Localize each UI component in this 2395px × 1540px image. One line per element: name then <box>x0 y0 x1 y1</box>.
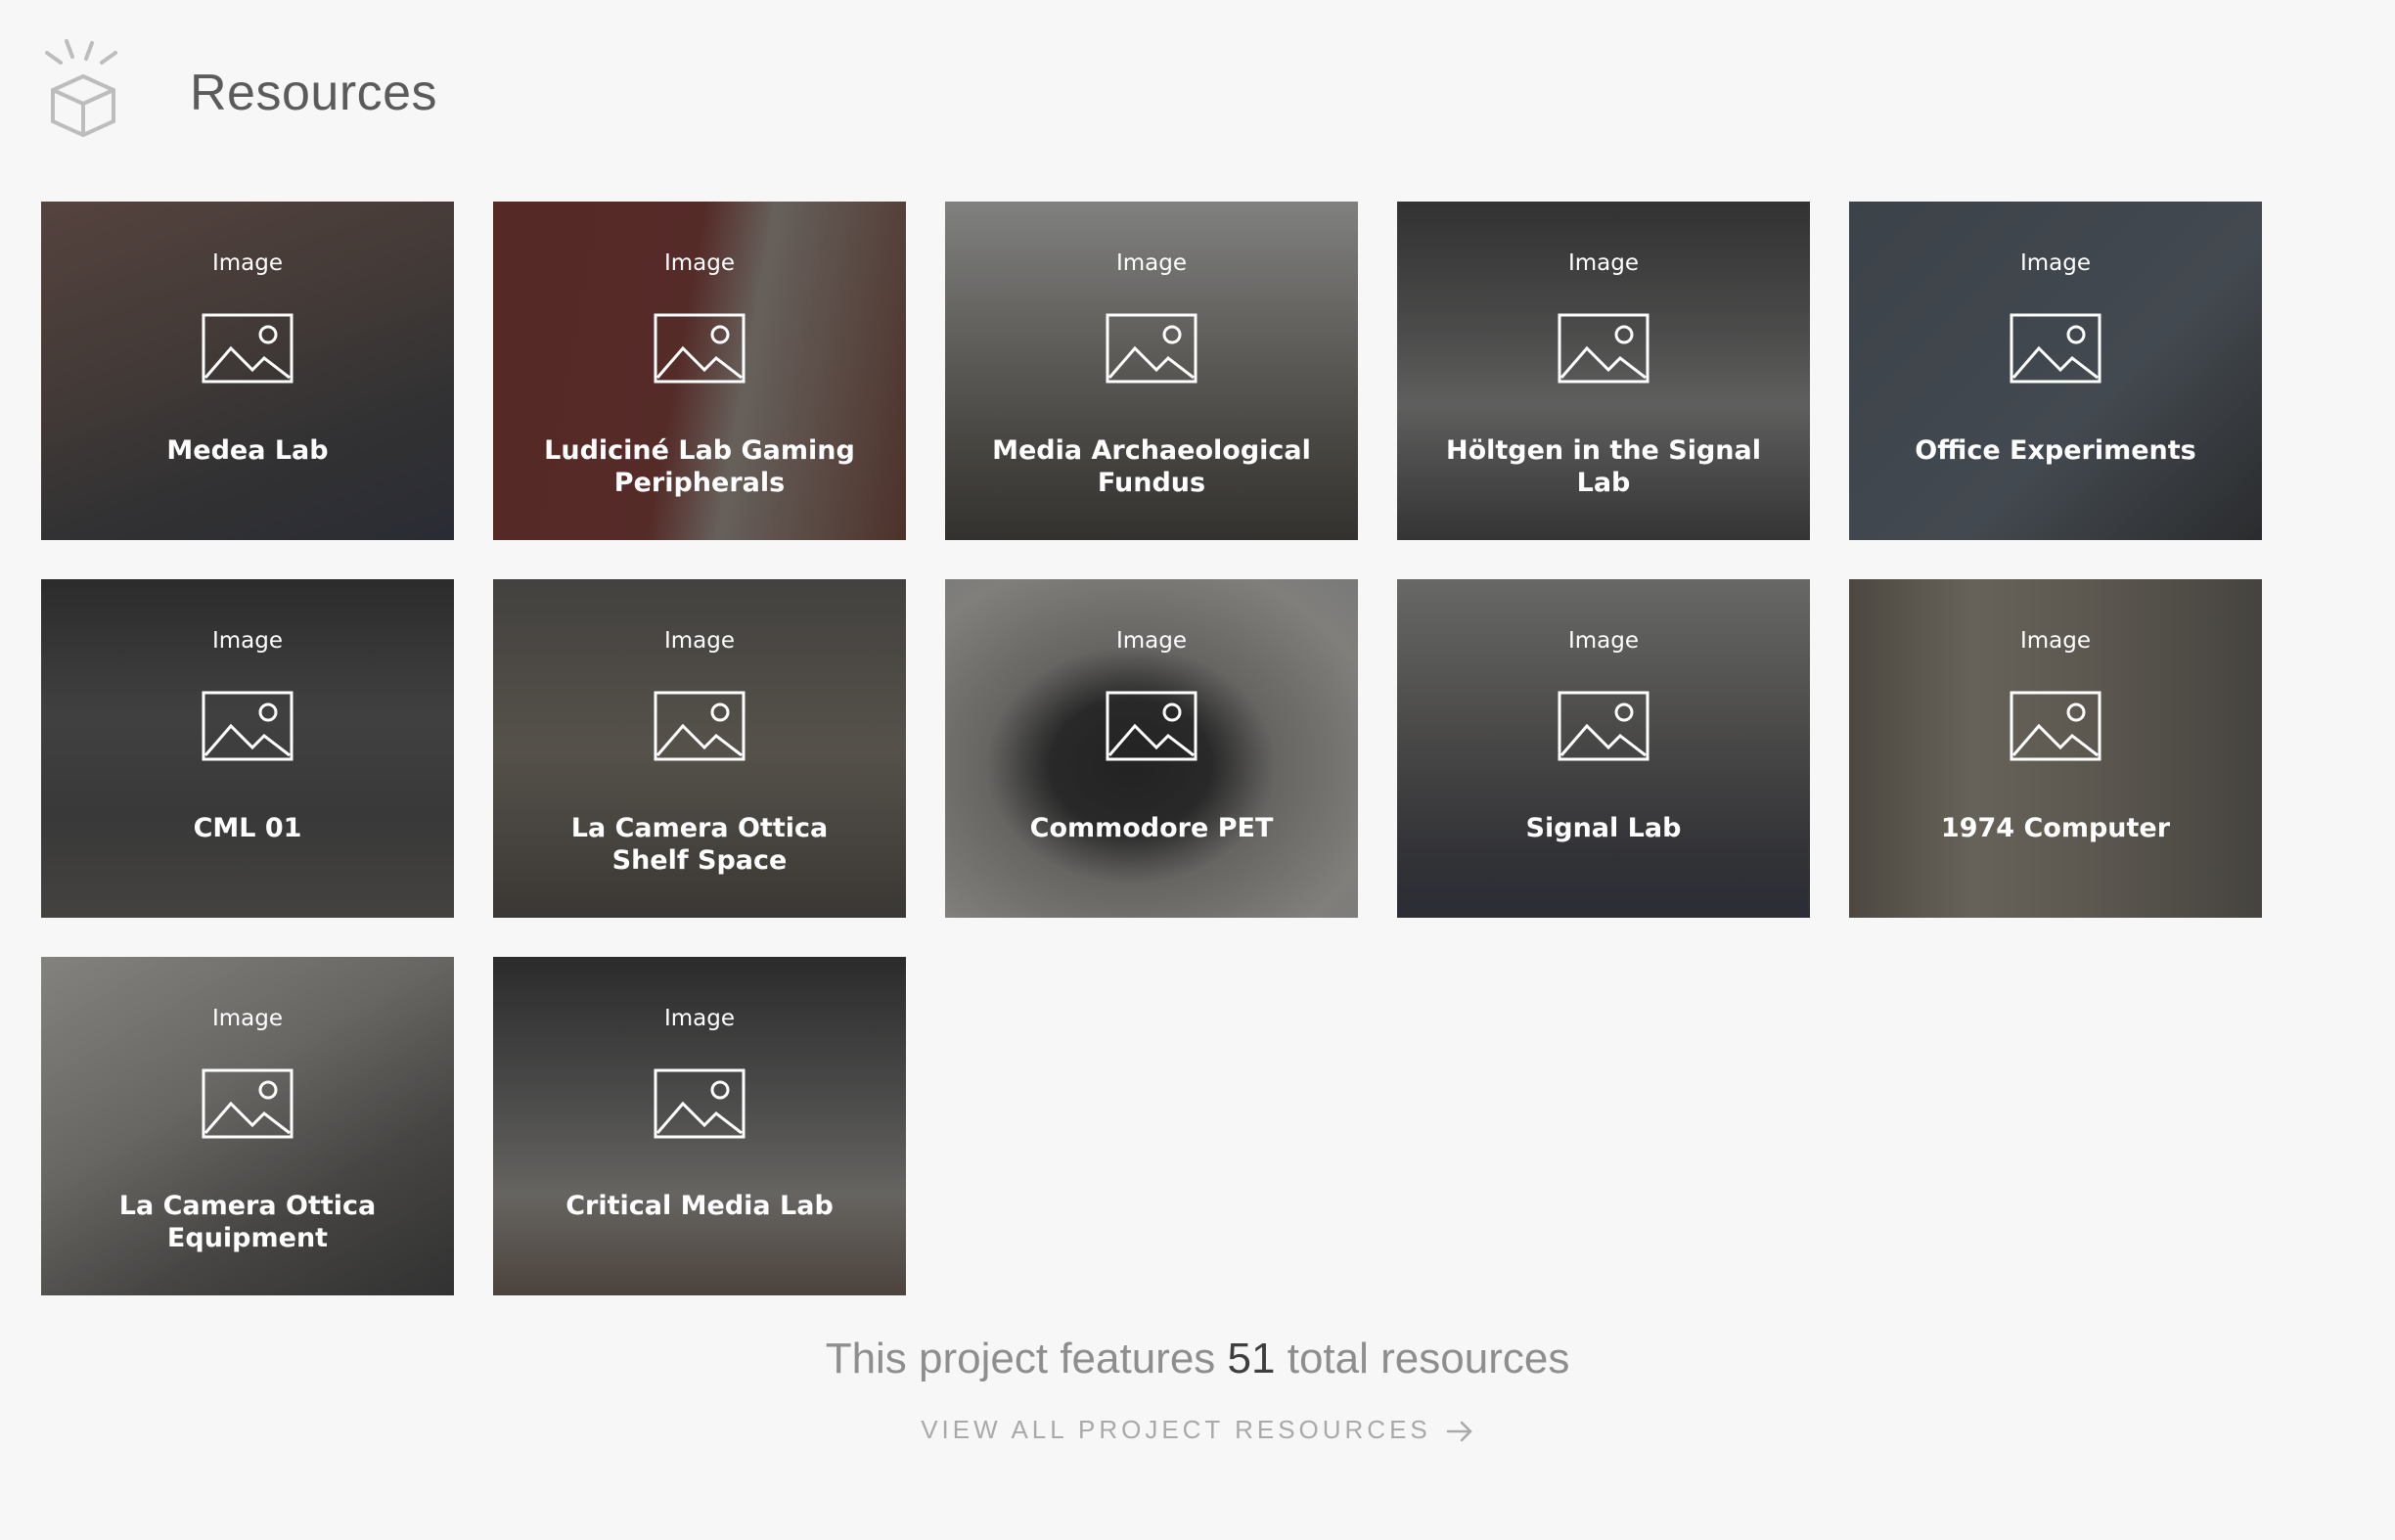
resource-card[interactable]: Image Media Archaeological Fundus <box>945 202 1358 540</box>
image-icon <box>654 691 746 761</box>
card-type-label: Image <box>1567 250 1640 276</box>
resource-box-icon <box>45 39 117 138</box>
card-title: Höltgen in the Signal Lab <box>1445 435 1761 498</box>
resource-card[interactable]: Image 1974 Computer <box>1849 579 2262 918</box>
image-icon <box>202 313 294 384</box>
image-icon <box>1106 313 1198 384</box>
section-header: Resources <box>37 39 437 147</box>
page-title: Resources <box>190 65 438 121</box>
resource-card[interactable]: Image Commodore PET <box>945 579 1358 918</box>
resource-card[interactable]: Image Office Experiments <box>1849 202 2262 540</box>
card-title: Critical Media Lab <box>565 1191 834 1221</box>
card-type-label: Image <box>211 250 284 276</box>
card-type-label: Image <box>211 1006 284 1031</box>
summary-suffix: total resources <box>1287 1335 1570 1382</box>
image-icon <box>202 691 294 761</box>
image-icon <box>2010 691 2101 761</box>
resource-card[interactable]: Image Medea Lab <box>41 202 454 540</box>
card-title: La Camera Ottica Shelf Space <box>570 813 829 876</box>
card-title: CML 01 <box>193 813 302 843</box>
resource-card[interactable]: Image CML 01 <box>41 579 454 918</box>
card-type-label: Image <box>211 628 284 654</box>
card-title: Commodore PET <box>1029 813 1274 843</box>
image-icon <box>2010 313 2101 384</box>
card-title: Signal Lab <box>1525 813 1682 843</box>
image-icon <box>1106 691 1198 761</box>
card-title: 1974 Computer <box>1940 813 2171 843</box>
summary-prefix: This project features <box>825 1335 1216 1382</box>
card-title: Media Archaeological Fundus <box>992 435 1311 498</box>
arrow-right-icon <box>1446 1421 1472 1442</box>
card-type-label: Image <box>1115 628 1188 654</box>
card-type-label: Image <box>2019 250 2092 276</box>
image-icon <box>1558 691 1649 761</box>
view-all-resources-link[interactable]: VIEW ALL PROJECT RESOURCES <box>0 1415 2395 1445</box>
card-title: Ludiciné Lab Gaming Peripherals <box>544 435 855 498</box>
card-title: Medea Lab <box>166 435 329 466</box>
image-icon <box>202 1068 294 1139</box>
view-all-label: VIEW ALL PROJECT RESOURCES <box>921 1415 1431 1444</box>
resource-card[interactable]: Image Ludiciné Lab Gaming Peripherals <box>493 202 906 540</box>
card-type-label: Image <box>663 250 736 276</box>
resource-count: 51 <box>1227 1335 1276 1382</box>
resource-card[interactable]: Image Signal Lab <box>1397 579 1810 918</box>
card-type-label: Image <box>1115 250 1188 276</box>
resource-card[interactable]: Image La Camera Ottica Equipment <box>41 957 454 1295</box>
image-icon <box>654 313 746 384</box>
card-type-label: Image <box>663 1006 736 1031</box>
resource-card[interactable]: Image La Camera Ottica Shelf Space <box>493 579 906 918</box>
card-type-label: Image <box>663 628 736 654</box>
card-type-label: Image <box>1567 628 1640 654</box>
image-icon <box>1558 313 1649 384</box>
resource-grid: Image Medea Lab Image Ludiciné Lab Gamin… <box>41 202 2262 1295</box>
resource-count-summary: This project features 51 total resources <box>0 1335 2395 1383</box>
card-title: Office Experiments <box>1915 435 2196 466</box>
resource-card[interactable]: Image Höltgen in the Signal Lab <box>1397 202 1810 540</box>
card-type-label: Image <box>2019 628 2092 654</box>
resource-card[interactable]: Image Critical Media Lab <box>493 957 906 1295</box>
image-icon <box>654 1068 746 1139</box>
card-title: La Camera Ottica Equipment <box>118 1191 377 1253</box>
